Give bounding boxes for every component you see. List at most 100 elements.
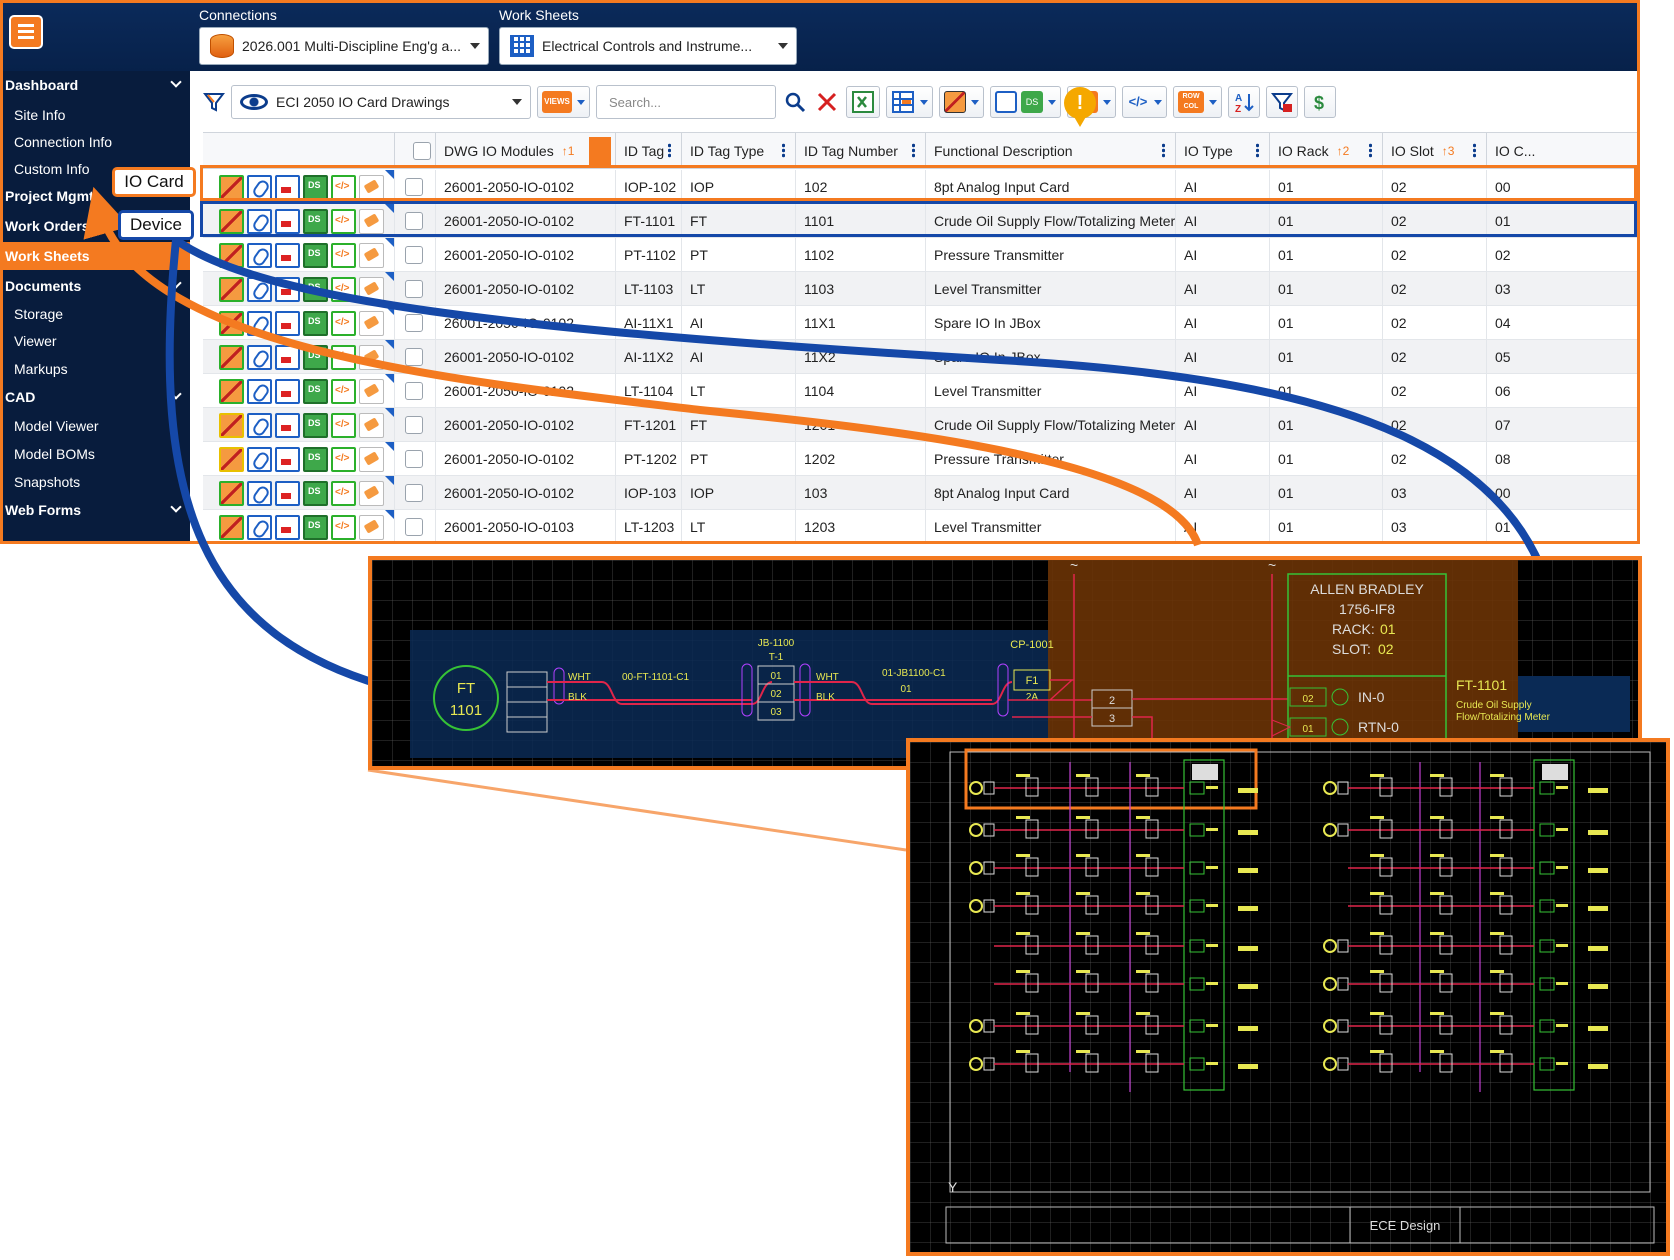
datasheet-icon[interactable] [303,344,328,370]
table-cell[interactable]: 03 [1383,476,1487,510]
table-cell[interactable]: 01 [1270,170,1383,204]
table-cell[interactable]: 02 [1383,238,1487,272]
table-row[interactable]: 26001-2050-IO-0102AI-11X1AI11X1Spare IO … [203,306,1637,340]
drawing-icon[interactable] [219,480,244,506]
table-row[interactable]: 26001-2050-IO-0102IOP-102IOP1028pt Analo… [203,170,1637,204]
paperclip-icon[interactable] [247,344,272,370]
code-icon[interactable] [331,514,356,540]
table-cell[interactable]: AI [1176,204,1270,238]
chevron-down-icon[interactable] [170,76,182,88]
table-cell[interactable]: AI-11X1 [616,306,682,340]
table-cell[interactable]: 26001-2050-IO-0102 [436,170,616,204]
table-cell[interactable]: 02 [1383,340,1487,374]
datasheet-icon[interactable] [303,310,328,336]
table-cell[interactable]: 102 [796,170,926,204]
table-cell[interactable]: Level Transmitter [926,374,1176,408]
code-icon[interactable] [331,412,356,438]
datasheet-icon[interactable] [303,208,328,234]
table-cell[interactable]: 01 [1270,204,1383,238]
table-row[interactable]: 26001-2050-IO-0102AI-11X2AI11X2Spare IO … [203,340,1637,374]
cad-icon[interactable] [275,174,300,200]
column-header-functional-description[interactable]: Functional Description [926,133,1176,169]
cad-icon[interactable] [275,446,300,472]
table-cell[interactable]: 02 [1383,408,1487,442]
code-icon[interactable] [331,310,356,336]
table-cell[interactable]: 01 [1270,340,1383,374]
cad-icon[interactable] [275,344,300,370]
table-cell[interactable]: 8pt Analog Input Card [926,476,1176,510]
paperclip-icon[interactable] [247,310,272,336]
table-cell[interactable]: 26001-2050-IO-0102 [436,476,616,510]
column-menu-icon[interactable] [912,143,915,158]
sidebar-item-web-forms[interactable]: Web Forms [3,496,190,524]
drawing-icon[interactable] [219,344,244,370]
paperclip-icon[interactable] [247,242,272,268]
datasheet-icon[interactable] [303,242,328,268]
views-button[interactable]: VIEWS [537,86,590,118]
table-row[interactable]: 26001-2050-IO-0103LT-1203LT1203Level Tra… [203,510,1637,541]
table-cell[interactable]: 03 [1487,272,1637,306]
tag-icon[interactable] [359,378,384,404]
table-cell[interactable]: AI [1176,170,1270,204]
table-cell[interactable]: AI [1176,272,1270,306]
table-cell[interactable]: 1103 [796,272,926,306]
tag-icon[interactable] [359,174,384,200]
table-cell[interactable]: Pressure Transmitter [926,442,1176,476]
table-cell[interactable]: Level Transmitter [926,272,1176,306]
table-cell[interactable]: LT-1203 [616,510,682,541]
excel-export-button[interactable] [846,86,880,118]
sidebar-item-site-info[interactable]: Site Info [3,101,190,129]
column-menu-icon[interactable] [589,137,611,165]
table-cell[interactable]: 01 [1487,510,1637,541]
code-icon[interactable] [331,446,356,472]
row-checkbox[interactable] [405,280,423,298]
cad-icon[interactable] [275,514,300,540]
column-header-io-c-[interactable]: IO C... [1487,133,1637,169]
search-button[interactable] [782,86,808,118]
column-header-io-rack[interactable]: IO Rack ↑2 [1270,133,1383,169]
table-cell[interactable]: AI [1176,408,1270,442]
table-row[interactable]: 26001-2050-IO-0102LT-1103LT1103Level Tra… [203,272,1637,306]
row-checkbox[interactable] [405,246,423,264]
table-cell[interactable]: AI [682,340,796,374]
attachments-button[interactable]: DS [990,86,1061,118]
table-cell[interactable]: PT [682,238,796,272]
column-header-dwg-io-modules[interactable]: DWG IO Modules ↑1 [436,133,616,169]
table-row[interactable]: 26001-2050-IO-0102FT-1201FT1201Crude Oil… [203,408,1637,442]
row-checkbox[interactable] [405,314,423,332]
drawing-icon[interactable] [219,514,244,540]
tag-icon[interactable] [359,310,384,336]
row-checkbox[interactable] [405,416,423,434]
column-menu-icon[interactable] [668,143,671,158]
row-checkbox[interactable] [405,178,423,196]
chevron-down-icon[interactable] [170,388,182,400]
table-cell[interactable]: LT [682,374,796,408]
tag-icon[interactable] [359,242,384,268]
table-cell[interactable]: 103 [796,476,926,510]
column-menu-icon[interactable] [782,143,785,158]
code-icon[interactable] [331,242,356,268]
row-checkbox[interactable] [405,484,423,502]
tag-icon[interactable] [359,412,384,438]
drawing-icon[interactable] [219,446,244,472]
sidebar-item-markups[interactable]: Markups [3,355,190,383]
table-row[interactable]: 26001-2050-IO-0102LT-1104LT1104Level Tra… [203,374,1637,408]
datasheet-icon[interactable] [303,378,328,404]
table-cell[interactable]: Crude Oil Supply Flow/Totalizing Meter [926,408,1176,442]
sidebar-item-storage[interactable]: Storage [3,300,190,328]
table-cell[interactable]: Crude Oil Supply Flow/Totalizing Meter [926,204,1176,238]
table-cell[interactable]: 26001-2050-IO-0102 [436,238,616,272]
columns-button[interactable] [886,86,933,118]
table-cell[interactable]: LT [682,510,796,541]
table-cell[interactable]: 08 [1487,442,1637,476]
paperclip-icon[interactable] [247,276,272,302]
row-checkbox[interactable] [405,382,423,400]
code-icon[interactable] [331,208,356,234]
table-cell[interactable]: AI [1176,374,1270,408]
drawing-icon[interactable] [219,310,244,336]
search-input[interactable]: Search... [596,85,776,119]
table-cell[interactable]: 03 [1383,510,1487,541]
table-cell[interactable]: 26001-2050-IO-0102 [436,306,616,340]
view-select[interactable]: ECI 2050 IO Card Drawings [231,85,531,119]
code-button[interactable]: </> [1122,86,1167,118]
